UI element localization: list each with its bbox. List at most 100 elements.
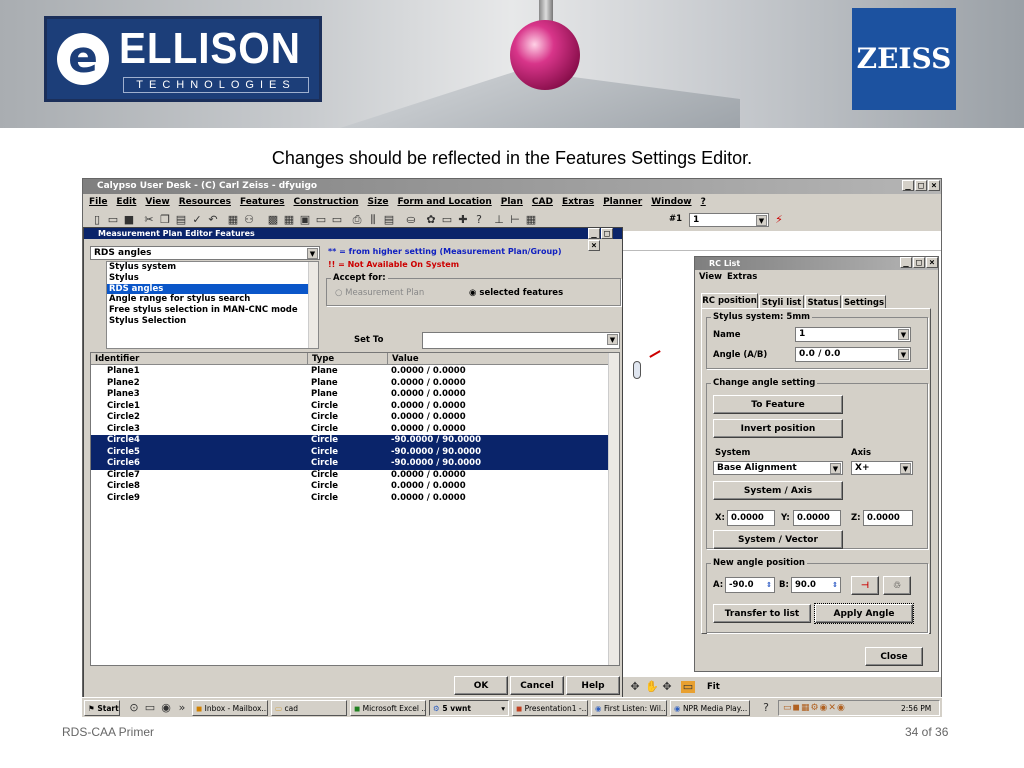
minimize-button[interactable]: _ [900,257,912,268]
rotate-icon[interactable]: ✥ [629,681,641,693]
system-axis-button[interactable]: System / Axis [713,481,843,500]
menu-help[interactable]: ? [701,197,706,207]
menu-view[interactable]: View [145,197,169,207]
task-first-listen[interactable]: ◉ First Listen: Wil... [591,700,667,716]
menu-form-location[interactable]: Form and Location [397,197,491,207]
table-row[interactable]: Circle3 Circle 0.0000 / 0.0000 [91,424,611,436]
axis-select[interactable]: X+ ▼ [851,461,913,475]
task-npr[interactable]: ◉ NPR Media Play... [670,700,750,716]
new-icon[interactable]: ▯ [91,214,103,226]
radio-selected-features[interactable]: ◉ selected features [469,288,563,299]
menu-edit[interactable]: Edit [116,197,136,207]
table-row[interactable]: Circle6 Circle -90.0000 / 90.0000 [91,458,611,470]
list-item[interactable]: Free stylus selection in MAN-CNC mode [107,305,318,316]
spinner-icon[interactable]: ⇕ [766,578,772,592]
quicklaunch-ie-icon[interactable]: ⊙ [128,702,140,714]
tab-styli-list[interactable]: Styli list [759,295,804,309]
check-icon[interactable]: ✓ [191,214,203,226]
table-scrollbar[interactable] [608,353,619,665]
minimize-button[interactable]: _ [588,228,600,239]
stylus-position-icon[interactable]: ⊣ [851,576,879,595]
fit-icon[interactable]: ▭ [681,681,695,693]
list-item[interactable]: Angle range for stylus search [107,294,318,305]
quicklaunch-desktop-icon[interactable]: ▭ [144,702,156,714]
spinner-icon[interactable]: ⇕ [832,578,838,592]
stylus-icon[interactable]: ⫼ [367,214,379,226]
close-button[interactable]: × [926,257,938,268]
quicklaunch-more-icon[interactable]: » [176,702,188,714]
stylus-rotate-icon[interactable]: ♲ [883,576,911,595]
run-icon[interactable]: ▣ [299,214,311,226]
spin-icon[interactable]: ✥ [661,681,673,693]
feature-setting-list[interactable]: Stylus system Stylus RDS angles Angle ra… [106,261,319,349]
list-item-selected[interactable]: RDS angles [107,283,318,295]
col-identifier[interactable]: Identifier [95,353,139,365]
table-row[interactable]: Circle4 Circle -90.0000 / 90.0000 [91,435,611,447]
to-feature-button[interactable]: To Feature [713,395,843,414]
table-row[interactable]: Circle2 Circle 0.0000 / 0.0000 [91,412,611,424]
a-field[interactable]: -90.0 ⇕ [725,577,775,593]
close-rc-button[interactable]: Close [865,647,923,666]
pan-icon[interactable]: ✋ [645,681,659,693]
menu-resources[interactable]: Resources [179,197,231,207]
probe-select[interactable]: 1 ▼ [689,213,769,227]
cancel-button[interactable]: Cancel [510,676,564,695]
task-powerpoint[interactable]: ◼ Presentation1 -... [512,700,588,716]
close-button[interactable]: × [588,240,600,251]
probe-icon[interactable]: ⊥ [493,214,505,226]
add-icon[interactable]: ✚ [457,214,469,226]
menu-construction[interactable]: Construction [294,197,359,207]
tab-status[interactable]: Status [805,295,841,309]
menu-window[interactable]: Window [651,197,691,207]
grid-icon[interactable]: ▦ [227,214,239,226]
machine-icon[interactable]: ⛀ [405,214,417,226]
table-row[interactable]: Plane3 Plane 0.0000 / 0.0000 [91,389,611,401]
close-button[interactable]: × [928,180,940,191]
invert-position-button[interactable]: Invert position [713,419,843,438]
measure-icon[interactable]: ⊢ [509,214,521,226]
table-row[interactable]: Plane2 Plane 0.0000 / 0.0000 [91,378,611,390]
feature-settings-select[interactable]: RDS angles ▼ [90,246,320,260]
open-icon[interactable]: ▭ [107,214,119,226]
maximize-button[interactable]: □ [913,257,925,268]
fit-label[interactable]: Fit [707,682,720,693]
quicklaunch-media-icon[interactable]: ◉ [160,702,172,714]
folder-icon[interactable]: ▭ [315,214,327,226]
tray-icons[interactable]: ▭◼▦⚙◉✕◉ [783,702,846,715]
system-select[interactable]: Base Alignment ▼ [713,461,843,475]
table-icon[interactable]: ▦ [283,214,295,226]
table-row[interactable]: Circle8 Circle 0.0000 / 0.0000 [91,481,611,493]
col-type[interactable]: Type [307,353,334,365]
cut-icon[interactable]: ✂ [143,214,155,226]
table-row[interactable]: Circle5 Circle -90.0000 / 90.0000 [91,446,611,458]
set-to-select[interactable]: ▼ [422,332,620,349]
menu-features[interactable]: Features [240,197,285,207]
menu-planner[interactable]: Planner [603,197,642,207]
tab-rc-position[interactable]: RC position [701,293,758,309]
undo-icon[interactable]: ↶ [207,214,219,226]
menu-plan[interactable]: Plan [501,197,523,207]
menu-cad[interactable]: CAD [532,197,553,207]
help-icon[interactable]: ? [473,214,485,226]
list-scrollbar[interactable] [308,262,318,348]
radio-measurement-plan[interactable]: ○ Measurement Plan [335,288,424,299]
task-vwnt[interactable]: ⚙ 5 vwnt ▾ [429,700,509,716]
table-row[interactable]: Plane1 Plane 0.0000 / 0.0000 [91,366,611,378]
plan-icon[interactable]: ▩ [267,214,279,226]
y-field[interactable]: 0.0000 [793,510,841,526]
rc-menu-view[interactable]: View [699,272,722,283]
table-row[interactable]: Circle9 Circle 0.0000 / 0.0000 [91,493,611,505]
menu-file[interactable]: File [89,197,107,207]
help-tray-icon[interactable]: ? [760,702,772,714]
name-select[interactable]: 1 ▼ [795,327,911,342]
list-item[interactable]: Stylus Selection [107,316,318,327]
b-field[interactable]: 90.0 ⇕ [791,577,841,593]
task-cad[interactable]: ▭ cad [271,700,347,716]
palette-icon[interactable]: ✿ [425,214,437,226]
list-item[interactable]: Stylus [107,273,318,284]
z-field[interactable]: 0.0000 [863,510,913,526]
table-row[interactable]: Circle7 Circle 0.0000 / 0.0000 [91,470,611,482]
paste-icon[interactable]: ▤ [175,214,187,226]
ok-button[interactable]: OK [454,676,508,695]
probe-table-icon[interactable]: ▦ [525,214,537,226]
